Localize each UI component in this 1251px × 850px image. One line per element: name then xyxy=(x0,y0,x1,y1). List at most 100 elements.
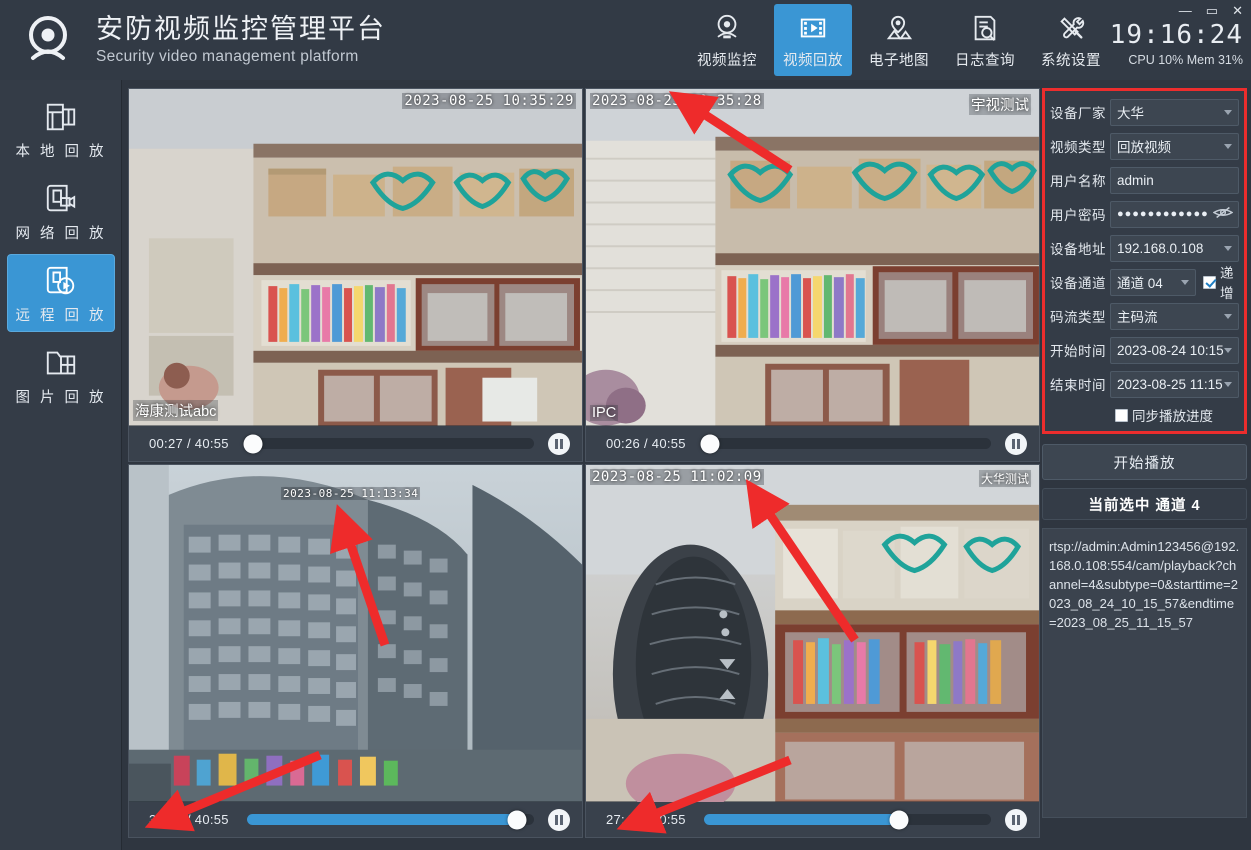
chevron-down-icon xyxy=(1224,348,1232,353)
tab-electronic-map[interactable]: 电子地图 xyxy=(860,4,938,76)
field-stream-type: 码流类型 主码流 xyxy=(1050,301,1239,331)
eye-off-icon[interactable] xyxy=(1212,206,1234,222)
video-grid: 2023-08-25 10:35:29 海康测试abc 00:27 / 40:5… xyxy=(128,88,1040,846)
start-playback-button[interactable]: 开始播放 xyxy=(1042,444,1247,480)
close-icon[interactable]: ✕ xyxy=(1232,4,1243,18)
vendor-value: 大华 xyxy=(1117,106,1144,121)
camera-label-top: 宇视测试 xyxy=(969,94,1031,115)
field-label: 用户名称 xyxy=(1050,174,1106,189)
stream-type-value: 主码流 xyxy=(1117,310,1158,325)
password-value: ●●●●●●●●●●●● xyxy=(1117,208,1209,220)
main-nav: 视频监控 视频回放 电子地图 日志查询 系统设置 xyxy=(684,0,1114,80)
progress-slider[interactable] xyxy=(247,810,534,829)
progress-slider[interactable] xyxy=(704,810,991,829)
tools-icon xyxy=(1056,10,1086,46)
tab-log-query[interactable]: 日志查询 xyxy=(946,4,1024,76)
video-view[interactable]: 2023-08-25 11:13:34 xyxy=(129,465,582,803)
sidebar-item-remote-playback[interactable]: 远 程 回 放 xyxy=(7,254,115,332)
progress-knob[interactable] xyxy=(507,810,527,829)
playback-bar: 00:26 / 40:55 xyxy=(586,426,1039,461)
end-time-value: 2023-08-25 11:15 xyxy=(1117,376,1223,392)
film-play-icon xyxy=(798,10,828,46)
field-label: 开始时间 xyxy=(1050,344,1106,359)
video-timestamp: 2023-08-25 11:02:09 xyxy=(590,469,764,485)
map-pin-icon xyxy=(884,10,914,46)
pause-button[interactable] xyxy=(1005,432,1027,455)
sidebar-item-local-playback[interactable]: 本 地 回 放 xyxy=(7,90,115,168)
chevron-down-icon xyxy=(1224,246,1232,251)
sidebar-item-network-playback[interactable]: 网 络 回 放 xyxy=(7,172,115,250)
stream-type-select[interactable]: 主码流 xyxy=(1110,302,1239,330)
video-type-select[interactable]: 回放视频 xyxy=(1110,132,1239,160)
camera-label-top: 大华测试 xyxy=(978,470,1031,487)
username-input[interactable]: admin xyxy=(1110,166,1239,194)
playback-time: 27:45 / 40:55 xyxy=(606,812,686,827)
clock: 19:16:24 xyxy=(1109,20,1243,50)
start-time-picker[interactable]: 2023-08-24 10:15 xyxy=(1110,336,1239,364)
page-subtitle: Security video management platform xyxy=(96,48,359,65)
picture-playback-icon xyxy=(44,344,78,382)
video-cell[interactable]: 2023-08-25 10:35:29 海康测试abc 00:27 / 40:5… xyxy=(128,88,583,462)
camera-monitor-icon xyxy=(712,10,742,46)
pause-button[interactable] xyxy=(548,432,570,455)
camera-label: IPC xyxy=(590,405,619,421)
maximize-icon[interactable]: ▭ xyxy=(1206,4,1218,18)
progress-knob[interactable] xyxy=(889,810,909,829)
current-channel-status: 当前选中 通道 4 xyxy=(1042,488,1247,520)
page-title: 安防视频监控管理平台 xyxy=(96,14,386,44)
video-type-value: 回放视频 xyxy=(1117,140,1171,155)
address-select[interactable]: 192.168.0.108 xyxy=(1110,234,1239,262)
sidebar-item-picture-playback[interactable]: 图 片 回 放 xyxy=(7,336,115,414)
tab-label: 视频监控 xyxy=(697,53,757,69)
video-view[interactable]: 2023-08-25 10:35:28 宇视测试 IPC xyxy=(586,89,1039,427)
sidebar-item-label: 图 片 回 放 xyxy=(15,389,107,406)
video-view[interactable]: 2023-08-25 10:35:29 海康测试abc xyxy=(129,89,582,427)
checkbox-box xyxy=(1115,408,1128,422)
field-video-type: 视频类型 回放视频 xyxy=(1050,131,1239,161)
tab-label: 电子地图 xyxy=(869,53,929,69)
field-address: 设备地址 192.168.0.108 xyxy=(1050,233,1239,263)
progress-slider[interactable] xyxy=(243,434,534,453)
video-view[interactable]: 2023-08-25 11:02:09 大华测试 xyxy=(586,465,1039,803)
video-frame xyxy=(129,89,582,426)
playback-bar: 38:32 / 40:55 xyxy=(129,802,582,837)
system-info: — ▭ ✕ 19:16:24 CPU 10% Mem 31% xyxy=(1110,0,1251,80)
video-cell[interactable]: 2023-08-25 10:35:28 宇视测试 IPC 00:26 / 40:… xyxy=(585,88,1040,462)
chevron-down-icon xyxy=(1224,110,1232,115)
field-end-time: 结束时间 2023-08-25 11:15 xyxy=(1050,369,1239,399)
progress-fill xyxy=(247,814,517,825)
progress-knob[interactable] xyxy=(700,434,720,453)
chevron-down-icon xyxy=(1181,280,1189,285)
tab-label: 视频回放 xyxy=(783,53,843,69)
video-cell[interactable]: 2023-08-25 11:02:09 大华测试 27:45 / 40:55 xyxy=(585,464,1040,838)
brand: 安防视频监控管理平台 Security video management pla… xyxy=(0,12,386,68)
channel-value: 通道 04 xyxy=(1117,276,1163,291)
field-vendor: 设备厂家 大华 xyxy=(1050,97,1239,127)
tab-system-settings[interactable]: 系统设置 xyxy=(1032,4,1110,76)
minimize-icon[interactable]: — xyxy=(1179,4,1192,18)
tab-video-playback[interactable]: 视频回放 xyxy=(774,4,852,76)
camera-icon xyxy=(22,14,74,66)
end-time-picker[interactable]: 2023-08-25 11:15 xyxy=(1110,370,1239,398)
pause-button[interactable] xyxy=(548,808,570,831)
video-timestamp: 2023-08-25 11:13:34 xyxy=(281,487,421,500)
field-label: 结束时间 xyxy=(1050,378,1106,393)
progress-knob[interactable] xyxy=(243,434,263,453)
increment-checkbox[interactable]: 递增 xyxy=(1203,262,1239,302)
rtsp-url-text: rtsp://admin:Admin123456@192.168.0.108:5… xyxy=(1042,528,1247,818)
video-timestamp: 2023-08-25 10:35:28 xyxy=(590,93,764,109)
video-cell[interactable]: 2023-08-25 11:13:34 38:32 / 40:55 xyxy=(128,464,583,838)
tab-video-monitor[interactable]: 视频监控 xyxy=(688,4,766,76)
sidebar-item-label: 本 地 回 放 xyxy=(15,143,107,160)
vendor-select[interactable]: 大华 xyxy=(1110,98,1239,126)
sidebar-item-label: 远 程 回 放 xyxy=(15,307,107,324)
channel-select[interactable]: 通道 04 xyxy=(1110,268,1196,296)
pause-button[interactable] xyxy=(1005,808,1027,831)
resource-usage: CPU 10% Mem 31% xyxy=(1128,53,1243,67)
password-input[interactable]: ●●●●●●●●●●●● xyxy=(1110,200,1239,228)
sync-progress-checkbox[interactable]: 同步播放进度 xyxy=(1115,405,1213,425)
video-timestamp: 2023-08-25 10:35:29 xyxy=(402,93,576,109)
connection-settings-group: 设备厂家 大华 视频类型 回放视频 用户名称 admin 用户密码 ●●●●●●… xyxy=(1042,88,1247,434)
document-search-icon xyxy=(970,10,1000,46)
progress-slider[interactable] xyxy=(700,434,991,453)
